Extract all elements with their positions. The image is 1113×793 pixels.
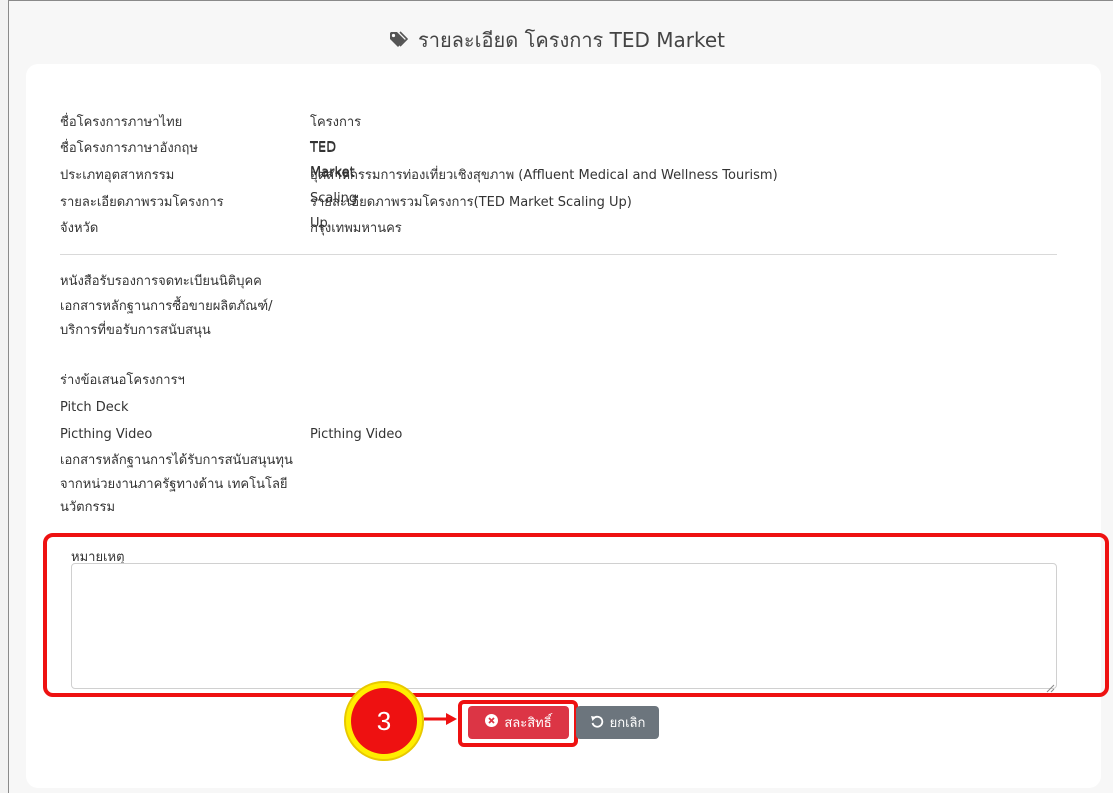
doc-label-sales-evidence: เอกสารหลักฐานการซื้อขายผลิตภัณฑ์/บริการท…: [60, 299, 273, 338]
cancel-button-label: ยกเลิก: [609, 716, 646, 731]
waive-button[interactable]: สละสิทธิ์: [468, 706, 569, 739]
cancel-button[interactable]: ยกเลิก: [576, 706, 659, 739]
info-value: อุตสาหกรรมการท่องเที่ยวเชิงสุขภาพ (Afflu…: [310, 168, 778, 183]
doc-label-pitching-video: Picthing Video: [60, 427, 153, 442]
doc-label-registration: หนังสือรับรองการจดทะเบียนนิติบุคค: [60, 274, 262, 289]
info-label: รายละเอียดภาพรวมโครงการ: [60, 195, 224, 210]
doc-value-pitching-video[interactable]: Picthing Video: [310, 423, 402, 447]
note-highlight-box: [43, 533, 1109, 697]
circle-x-icon: [485, 714, 499, 731]
doc-label-gov-funding: เอกสารหลักฐานการได้รับการสนับสนุนทุนจากห…: [60, 453, 293, 515]
arrow-right-icon: [424, 711, 458, 730]
info-value: กรุงเทพมหานคร: [310, 221, 402, 236]
info-label: ประเภทอุตสาหกรรม: [60, 168, 175, 183]
doc-label-pitch-deck: Pitch Deck: [60, 400, 129, 415]
step-number: 3: [351, 688, 417, 754]
tag-icon: [388, 30, 409, 55]
info-label: ชื่อโครงการภาษาอังกฤษ: [60, 141, 198, 156]
waive-button-label: สละสิทธิ์: [504, 716, 552, 731]
undo-icon: [590, 714, 604, 732]
page-header: รายละเอียด โครงการ TED Market: [0, 24, 1113, 56]
info-label: จังหวัด: [60, 221, 99, 236]
info-value: รายละเอียดภาพรวมโครงการ(TED Market Scali…: [310, 195, 632, 210]
doc-label-proposal-draft: ร่างข้อเสนอโครงการฯ: [60, 373, 185, 388]
info-label: ชื่อโครงการภาษาไทย: [60, 115, 183, 130]
page-title: รายละเอียด โครงการ TED Market: [417, 28, 726, 52]
section-divider: [60, 254, 1057, 255]
step-marker: 3: [344, 681, 424, 761]
